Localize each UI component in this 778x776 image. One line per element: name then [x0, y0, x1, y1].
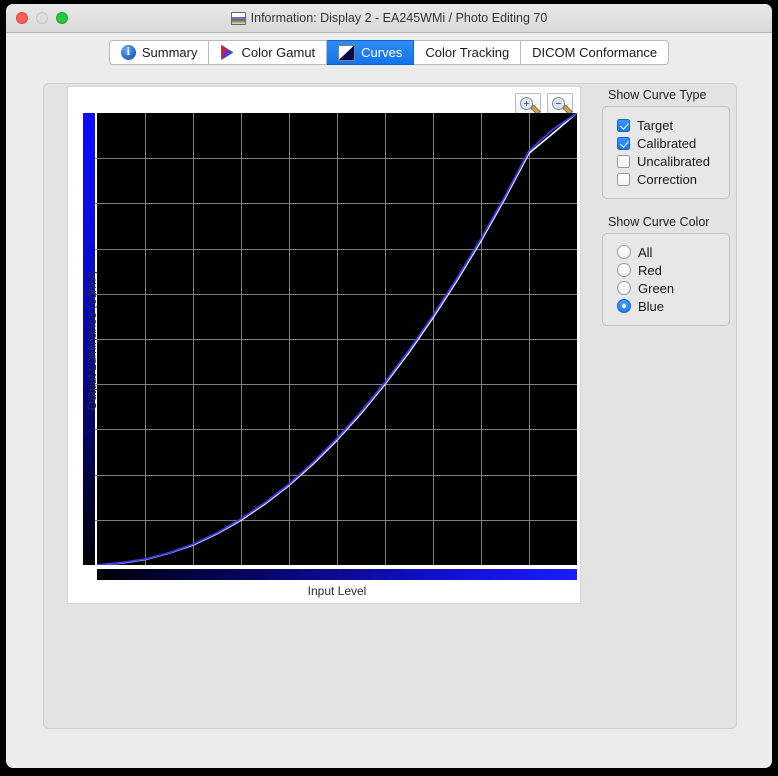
radio-green[interactable]: Green	[603, 279, 729, 297]
radio-all-button[interactable]	[617, 245, 631, 259]
window-title: Information: Display 2 - EA245WMi / Phot…	[6, 4, 772, 32]
tab-color-tracking[interactable]: Color Tracking	[414, 40, 521, 65]
radio-green-label: Green	[638, 281, 674, 296]
curve-target	[97, 113, 577, 565]
tab-curves-label: Curves	[361, 45, 402, 60]
radio-all-label: All	[638, 245, 652, 260]
plot-area: Input Level Output Luminance (cd/m²)	[83, 113, 577, 578]
curve-type-group-label: Show Curve Type	[608, 88, 730, 102]
radio-blue-label: Blue	[638, 299, 664, 314]
x-axis-label: Input Level	[97, 584, 577, 598]
checkbox-calibrated-label: Calibrated	[637, 136, 696, 151]
radio-blue-button[interactable]	[617, 299, 631, 313]
tab-dicom-conformance-label: DICOM Conformance	[532, 45, 657, 60]
checkbox-correction-label: Correction	[637, 172, 697, 187]
checkbox-uncalibrated-label: Uncalibrated	[637, 154, 710, 169]
curve-series-svg	[97, 113, 577, 565]
checkbox-calibrated-box[interactable]	[617, 137, 630, 150]
checkbox-uncalibrated[interactable]: Uncalibrated	[603, 152, 729, 170]
curve-color-group-label: Show Curve Color	[608, 215, 730, 229]
curves-plot[interactable]	[97, 113, 577, 565]
radio-red[interactable]: Red	[603, 261, 729, 279]
tab-bar: Summary Color Gamut Curves Color Trackin…	[6, 33, 772, 79]
options-sidebar: Show Curve Type Target Calibrated Uncali…	[602, 88, 730, 342]
radio-green-button[interactable]	[617, 281, 631, 295]
application-window: Information: Display 2 - EA245WMi / Phot…	[6, 4, 772, 768]
checkbox-target-label: Target	[637, 118, 673, 133]
info-icon	[121, 45, 136, 60]
tab-summary[interactable]: Summary	[109, 40, 210, 65]
checkbox-correction-box[interactable]	[617, 173, 630, 186]
title-bar: Information: Display 2 - EA245WMi / Phot…	[6, 4, 772, 33]
radio-red-label: Red	[638, 263, 662, 278]
gamut-triangle-icon	[220, 45, 235, 60]
content-panel: Input Level Output Luminance (cd/m²) Sho…	[43, 83, 737, 729]
checkbox-uncalibrated-box[interactable]	[617, 155, 630, 168]
tab-color-gamut-label: Color Gamut	[241, 45, 315, 60]
tab-curves[interactable]: Curves	[327, 40, 414, 65]
checkbox-calibrated[interactable]: Calibrated	[603, 134, 729, 152]
radio-all[interactable]: All	[603, 243, 729, 261]
radio-red-button[interactable]	[617, 263, 631, 277]
tab-summary-label: Summary	[142, 45, 198, 60]
tab-color-gamut[interactable]: Color Gamut	[209, 40, 327, 65]
tab-dicom-conformance[interactable]: DICOM Conformance	[521, 40, 669, 65]
curve-icon	[338, 45, 355, 61]
curve-calibrated	[97, 113, 577, 565]
x-axis-input-ramp	[97, 569, 577, 580]
checkbox-target[interactable]: Target	[603, 116, 729, 134]
checkbox-target-box[interactable]	[617, 119, 630, 132]
curve-color-group: All Red Green Blue	[602, 233, 730, 326]
curve-type-group: Target Calibrated Uncalibrated Correctio…	[602, 106, 730, 199]
checkbox-correction[interactable]: Correction	[603, 170, 729, 188]
display-icon	[231, 12, 246, 25]
radio-blue[interactable]: Blue	[603, 297, 729, 315]
window-title-text: Information: Display 2 - EA245WMi / Phot…	[251, 11, 548, 25]
curves-chart-card: Input Level Output Luminance (cd/m²)	[67, 86, 581, 604]
tab-color-tracking-label: Color Tracking	[425, 45, 509, 60]
y-axis-label: Output Luminance (cd/m²)	[85, 108, 99, 573]
